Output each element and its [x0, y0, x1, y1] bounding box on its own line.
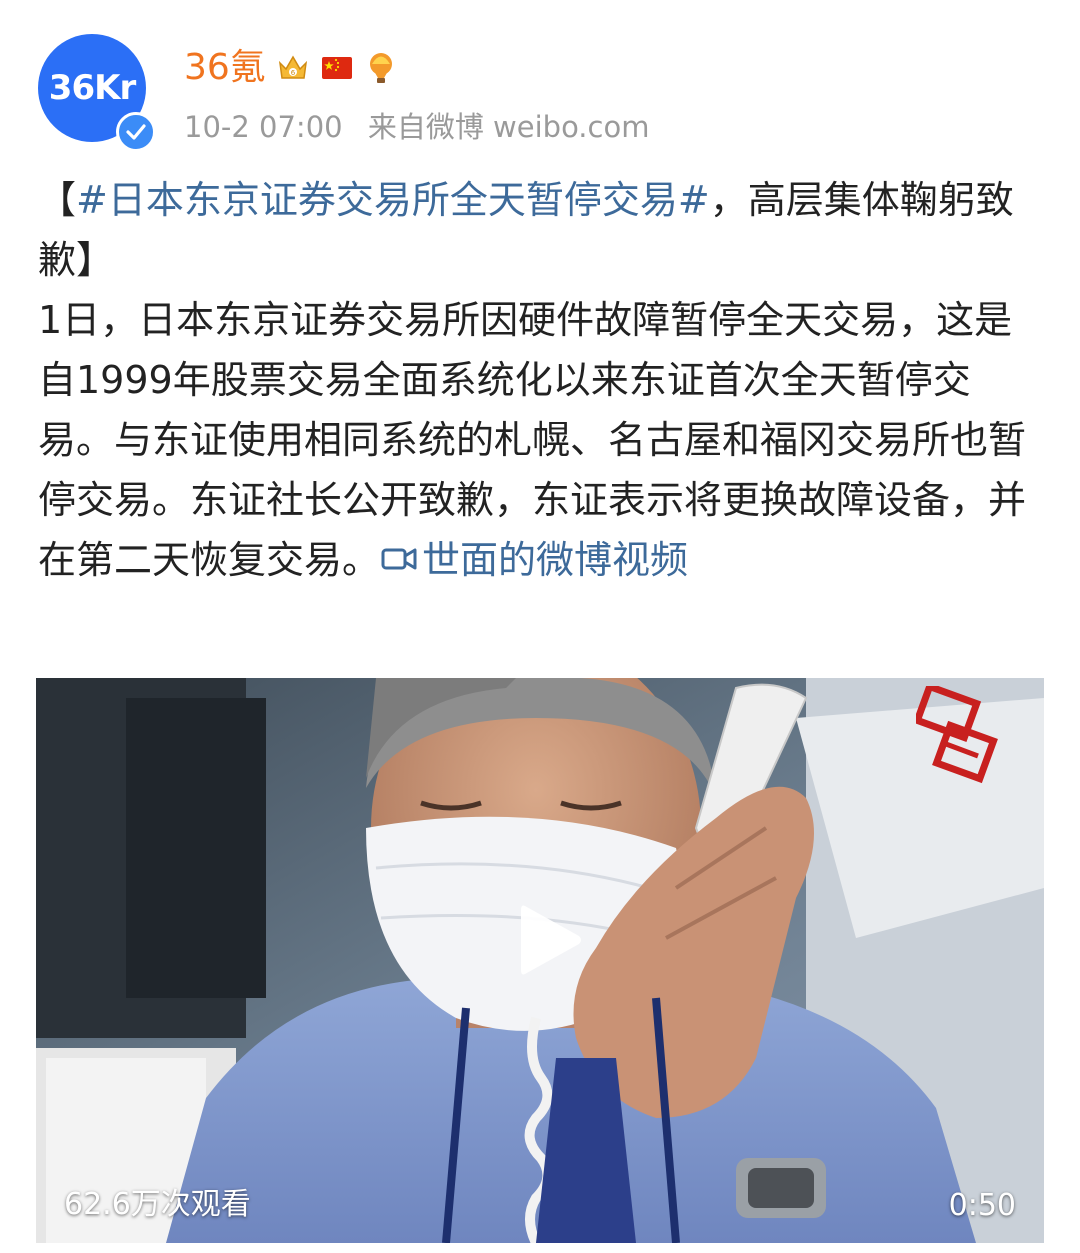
weibo-post: 36Kr 36氪 6 10-2 07:00 来自微博 weibo.com 【#日… — [0, 0, 1080, 1253]
video-view-count: 62.6万次观看 — [64, 1187, 251, 1222]
username-row: 36氪 6 — [184, 44, 398, 92]
horizon-news-watermark-icon — [912, 682, 1006, 796]
post-content: 【#日本东京证券交易所全天暂停交易#，高层集体鞠躬致歉】 1日，日本东京证券交易… — [38, 170, 1038, 590]
post-source[interactable]: 来自微博 weibo.com — [368, 110, 650, 144]
video-link-label: 世面的微博视频 — [422, 538, 689, 582]
svg-text:6: 6 — [291, 69, 296, 77]
post-time: 10-2 07:00 — [184, 110, 343, 144]
balloon-icon — [364, 51, 398, 85]
play-icon[interactable] — [510, 900, 590, 980]
china-flag-icon — [320, 51, 354, 85]
verified-icon — [116, 112, 156, 152]
username[interactable]: 36氪 — [184, 50, 266, 86]
video-camera-icon — [380, 532, 420, 570]
headline-open-bracket: 【 — [38, 178, 77, 222]
video-source-link[interactable]: 世面的微博视频 — [380, 538, 688, 582]
avatar[interactable]: 36Kr — [38, 34, 156, 152]
hashtag-link[interactable]: #日本东京证券交易所全天暂停交易# — [76, 178, 710, 222]
video-player[interactable]: 62.6万次观看 0:50 — [36, 678, 1044, 1243]
post-meta: 10-2 07:00 来自微博 weibo.com — [184, 104, 649, 146]
crown-badge-icon: 6 — [276, 51, 310, 85]
video-duration: 0:50 — [948, 1188, 1016, 1223]
